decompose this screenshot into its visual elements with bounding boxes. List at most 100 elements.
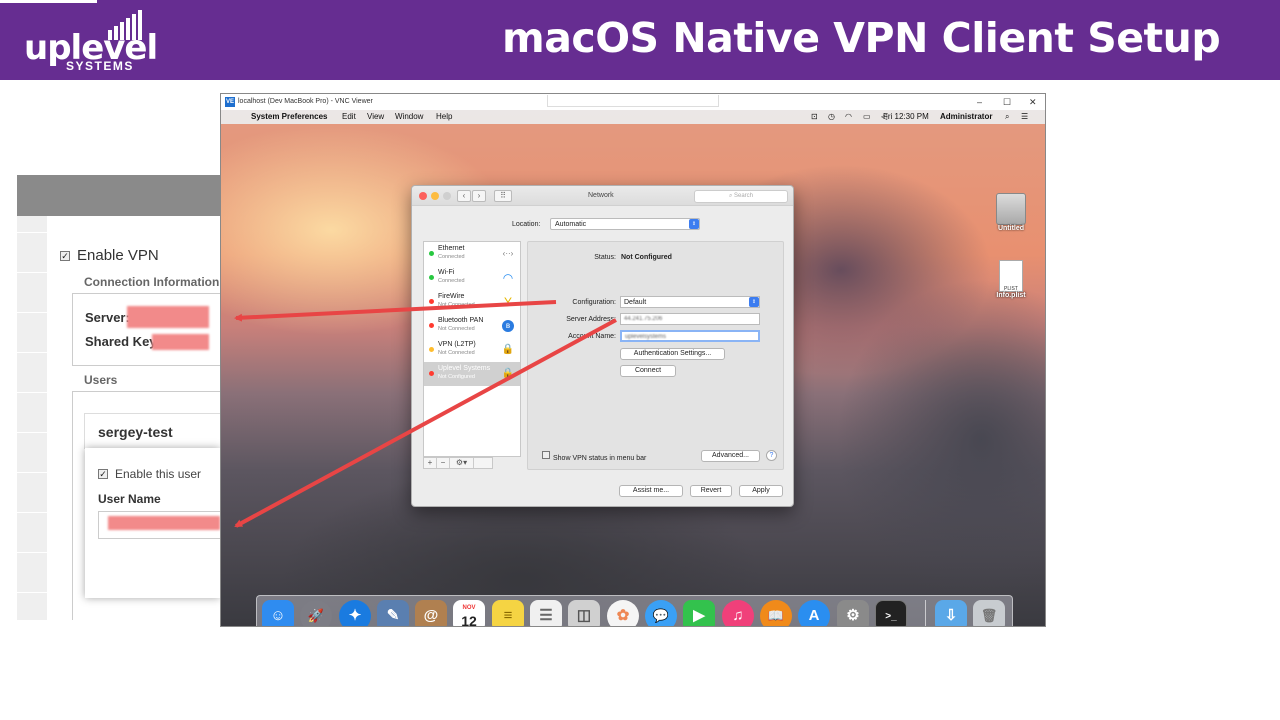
wifi-status-icon[interactable]: ◠ [845, 110, 852, 124]
calendar-month: NOV [462, 605, 476, 611]
header-bar: uplevel SYSTEMS macOS Native VPN Client … [0, 0, 1280, 80]
service-name: VPN (L2TP) [438, 341, 476, 348]
app-store-icon[interactable]: A [798, 600, 830, 626]
configuration-value: Default [624, 299, 647, 306]
checkbox-checked-icon: ✓ [60, 251, 70, 261]
menubar-clock[interactable]: Fri 12:30 PM [883, 110, 929, 124]
spotlight-icon[interactable]: ⌕ [1005, 110, 1009, 124]
admin-panel-sidebar [17, 216, 47, 620]
service-name: Ethernet [438, 245, 465, 252]
advanced-button[interactable]: Advanced... [701, 450, 760, 462]
hard-drive-icon [996, 193, 1026, 225]
calendar-icon[interactable]: NOV 12 [453, 600, 485, 626]
forward-button[interactable]: › [472, 190, 486, 202]
facetime-icon[interactable]: ▶ [683, 600, 715, 626]
preview-icon[interactable]: ✎ [377, 600, 409, 626]
menubar-user[interactable]: Administrator [940, 110, 992, 124]
remove-service-button[interactable]: − [437, 458, 450, 468]
enable-vpn-checkbox[interactable]: ✓ Enable VPN [60, 247, 159, 264]
enable-user-checkbox[interactable]: ✓ Enable this user [98, 467, 201, 481]
users-heading: Users [84, 373, 118, 387]
slide: uplevel SYSTEMS macOS Native VPN Client … [0, 0, 1280, 720]
service-status: Not Configured [438, 374, 475, 380]
itunes-icon[interactable]: ♫ [722, 600, 754, 626]
add-service-button[interactable]: + [424, 458, 437, 468]
status-value: Not Configured [621, 254, 672, 261]
enable-vpn-label: Enable VPN [77, 247, 159, 264]
ibooks-icon[interactable]: 📖 [760, 600, 792, 626]
service-item-firewire[interactable]: FireWire Not Connected Y [424, 290, 520, 314]
authentication-settings-button[interactable]: Authentication Settings... [620, 348, 725, 360]
reminders-icon[interactable]: ☰ [530, 600, 562, 626]
battery-icon[interactable]: ▭ [863, 110, 871, 124]
logo-sub: SYSTEMS [66, 59, 134, 73]
launchpad-icon[interactable]: 🚀 [300, 600, 332, 626]
menu-edit[interactable]: Edit [342, 110, 356, 124]
status-dot-red [429, 371, 434, 376]
dock-separator [925, 600, 926, 626]
menu-app-name[interactable]: System Preferences [251, 110, 328, 124]
show-all-grid-icon[interactable]: ⠿ [494, 190, 512, 202]
zoom-traffic-light-icon[interactable] [443, 192, 451, 200]
show-vpn-status-label: Show VPN status in menu bar [553, 455, 647, 462]
connect-button[interactable]: Connect [620, 365, 676, 377]
trash-icon[interactable]: 🗑 [973, 600, 1005, 626]
service-item-vpn-l2tp[interactable]: VPN (L2TP) Not Connected 🔒 [424, 338, 520, 362]
close-traffic-light-icon[interactable] [419, 192, 427, 200]
shared-key-redaction [152, 334, 209, 350]
back-button[interactable]: ‹ [457, 190, 471, 202]
contacts-icon[interactable]: @ [415, 600, 447, 626]
service-status: Not Connected [438, 302, 475, 308]
account-name-field[interactable]: uplevelsystems [620, 330, 760, 342]
system-preferences-icon[interactable]: ⚙ [837, 600, 869, 626]
show-vpn-status-checkbox[interactable]: Show VPN status in menu bar [542, 451, 646, 462]
help-button[interactable]: ? [766, 450, 777, 461]
search-field[interactable]: ⌕ Search [694, 190, 788, 203]
menu-help[interactable]: Help [436, 110, 452, 124]
service-item-wifi[interactable]: Wi-Fi Connected ◠ [424, 266, 520, 290]
status-label: Status: [594, 254, 616, 261]
vnc-titlebar[interactable]: VE localhost (Dev MacBook Pro) - VNC Vie… [221, 94, 1045, 110]
status-dot-yellow [429, 347, 434, 352]
location-select[interactable]: Automatic ⇕ [550, 218, 700, 230]
slide-title: macOS Native VPN Client Setup [502, 14, 1221, 62]
maximize-button[interactable]: ☐ [1003, 94, 1011, 110]
service-status: Connected [438, 278, 465, 284]
revert-button[interactable]: Revert [690, 485, 732, 497]
server-address-field[interactable]: 44.241.75.206 [620, 313, 760, 325]
user-name-redaction [108, 516, 220, 530]
server-label: Server: [85, 310, 130, 325]
finder-icon[interactable]: ☺ [262, 600, 294, 626]
service-item-uplevel-systems[interactable]: Uplevel Systems Not Configured 🔒 [424, 362, 520, 386]
safari-icon[interactable]: ✦ [339, 600, 371, 626]
notification-center-icon[interactable]: ☰ [1021, 110, 1028, 124]
minimize-traffic-light-icon[interactable] [431, 192, 439, 200]
server-redaction [127, 306, 209, 328]
vnc-toolbar-field [547, 95, 719, 107]
service-item-bluetooth-pan[interactable]: Bluetooth PAN Not Connected ʙ [424, 314, 520, 338]
time-machine-icon[interactable]: ◷ [828, 110, 835, 124]
close-button[interactable]: ✕ [1029, 94, 1037, 110]
messages-icon[interactable]: 💬 [645, 600, 677, 626]
assist-me-button[interactable]: Assist me... [619, 485, 683, 497]
photo-booth-icon[interactable]: ◫ [568, 600, 600, 626]
terminal-icon[interactable]: >_ [875, 600, 907, 626]
service-list-footer: + − ⚙▾ [423, 457, 493, 469]
status-dot-red [429, 299, 434, 304]
menu-window[interactable]: Window [395, 110, 423, 124]
configuration-select[interactable]: Default ⇕ [620, 296, 760, 308]
photos-icon[interactable]: ✿ [607, 600, 639, 626]
gear-menu-button[interactable]: ⚙▾ [450, 458, 474, 468]
mac-desktop-wallpaper: Untitled PLIST Info.plist ‹ › ⠿ Network … [221, 110, 1045, 626]
contacts-status-icon[interactable]: ⊡ [811, 110, 818, 124]
menu-view[interactable]: View [367, 110, 384, 124]
service-item-ethernet[interactable]: Ethernet Connected ‹··› [424, 242, 520, 266]
minimize-button[interactable]: – [977, 94, 982, 110]
notes-icon[interactable]: ≡ [492, 600, 524, 626]
desktop-icon-info-plist[interactable]: PLIST Info.plist [991, 260, 1031, 299]
apply-button[interactable]: Apply [739, 485, 783, 497]
desktop-icon-untitled[interactable]: Untitled [993, 193, 1029, 232]
downloads-icon[interactable]: ⇩ [935, 600, 967, 626]
dock: ☺ 🚀 ✦ ✎ @ NOV 12 ≡ ☰ ◫ ✿ 💬 ▶ ♫ 📖 A ⚙ >_ [256, 595, 1013, 626]
connection-info-box [72, 293, 220, 366]
